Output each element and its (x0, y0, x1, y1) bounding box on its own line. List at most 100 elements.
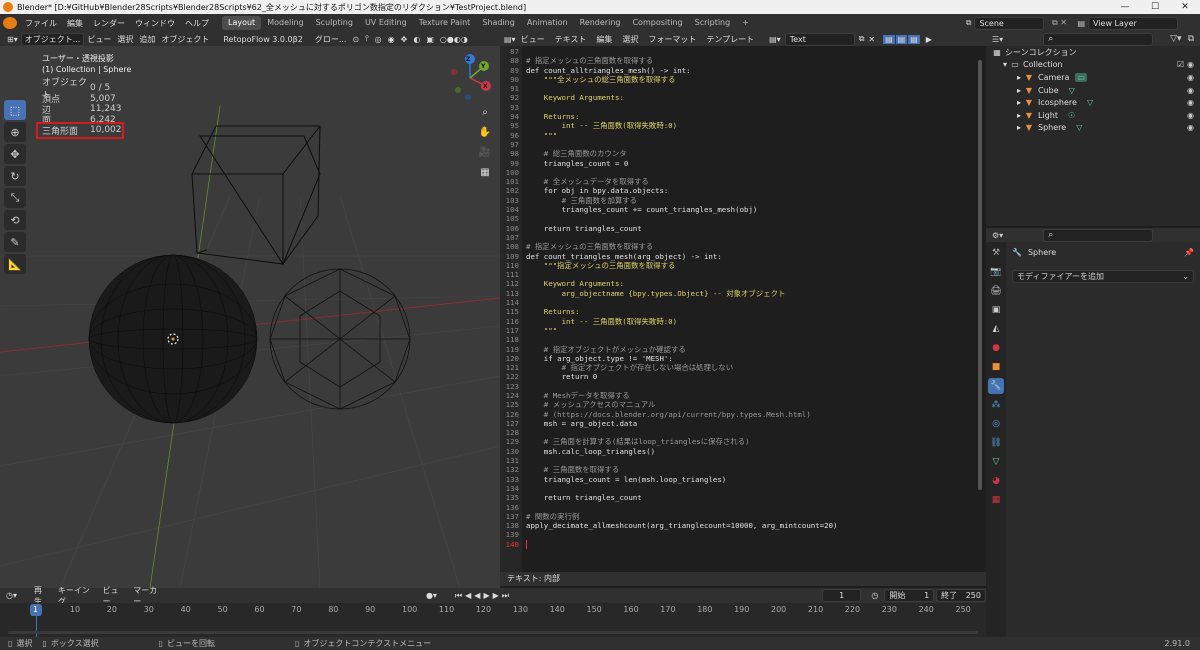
cursor-tool-icon[interactable]: ⊕ (4, 122, 26, 142)
line-numbers-toggle-icon[interactable]: ▤ (883, 34, 895, 44)
text-menu-format[interactable]: フォーマット (643, 34, 701, 45)
visibility-icon[interactable]: ◉ (385, 35, 398, 44)
expand-icon[interactable]: ▸ (1014, 98, 1024, 107)
move-tool-icon[interactable]: ✥ (4, 144, 26, 164)
text-new-icon[interactable]: ⧉ (859, 34, 865, 44)
start-frame-field[interactable]: 開始 1 (884, 589, 935, 602)
code-line[interactable]: 105 (500, 214, 986, 223)
code-line[interactable]: 92 Keyword Arguments: (500, 93, 986, 102)
run-script-icon[interactable]: ▶ (926, 35, 932, 44)
code-line[interactable]: 90 """全メッシュの総三角面数を取得する (500, 75, 986, 84)
select-tool-icon[interactable]: ⬚ (4, 100, 26, 120)
expand-icon[interactable]: ▸ (1014, 86, 1024, 95)
code-line[interactable]: 124 # Meshデータを取得する (500, 391, 986, 400)
text-menu-templates[interactable]: テンプレート (701, 34, 759, 45)
scene-field[interactable]: Scene (974, 16, 1045, 30)
code-line[interactable]: 87 (500, 47, 986, 56)
code-line[interactable]: 129 # 三角面を計算する(結果はloop_trianglesに保存される) (500, 437, 986, 446)
outliner-search-input[interactable]: ⌕ (1043, 32, 1154, 46)
outliner-type-icon[interactable]: ☰▾ (992, 35, 1003, 44)
code-line[interactable]: 126 # (https://docs.blender.org/api/curr… (500, 410, 986, 419)
code-line[interactable]: 102 for obj in bpy.data.objects: (500, 186, 986, 195)
shading-modes-icon[interactable]: ○●◐◑ (437, 35, 471, 44)
text-menu-view[interactable]: ビュー (516, 34, 550, 45)
code-line[interactable]: 131 (500, 456, 986, 465)
outliner-item-sphere[interactable]: ▸ ▼ Sphere ▽ ◉ (986, 122, 1200, 135)
output-tab-icon[interactable]: 🖨 (988, 283, 1004, 299)
code-line[interactable]: 95 int -- 三角面数(取得失敗時:0) (500, 121, 986, 130)
perspective-toggle-icon[interactable]: ▦ (477, 164, 493, 180)
text-editor-type-icon[interactable]: ▤▾ (504, 35, 516, 44)
eye-icon[interactable]: ◉ (1187, 86, 1194, 95)
view-layer-tab-icon[interactable]: ▣ (988, 302, 1004, 318)
text-editor[interactable]: 87 88 # 指定メッシュの三角面数を取得する 89 def count_alltri… (500, 46, 986, 572)
scale-tool-icon[interactable]: ⤡ (4, 188, 26, 208)
code-line[interactable]: 99 triangles_count = 0 (500, 159, 986, 168)
outliner-item-light[interactable]: ▸ ▼ Light ☉ ◉ (986, 109, 1200, 122)
code-line[interactable]: 122 return 0 (500, 372, 986, 381)
scene-tab-icon[interactable]: ◭ (988, 321, 1004, 337)
pan-hand-icon[interactable]: ✋ (477, 124, 493, 140)
code-line[interactable]: 101 # 全メッシュデータを取得する (500, 177, 986, 186)
new-collection-icon[interactable]: ⧉ (1188, 34, 1194, 44)
menu-file[interactable]: ファイル (20, 18, 62, 29)
pivot-icon[interactable]: ⊙ (349, 35, 362, 44)
render-tab-icon[interactable]: 📷 (988, 264, 1004, 280)
collection-checkbox[interactable]: ☑ (1177, 60, 1184, 69)
code-line[interactable]: 89 def count_alltriangles_mesh() -> int: (500, 66, 986, 75)
object-tab-icon[interactable]: ■ (988, 359, 1004, 375)
blender-menu-icon[interactable] (3, 17, 17, 29)
tab-sculpting[interactable]: Sculpting (310, 16, 359, 30)
code-line[interactable]: 133 triangles_count = len(msh.loop_trian… (500, 475, 986, 484)
clock-icon[interactable]: ◷ (871, 591, 878, 600)
code-line[interactable]: 97 (500, 140, 986, 149)
code-line[interactable]: 137 # 関数の実行例 (500, 512, 986, 521)
text-datablock-field[interactable]: Text (784, 32, 855, 46)
properties-search-input[interactable]: ⌕ (1043, 228, 1154, 242)
maximize-button[interactable]: ☐ (1140, 2, 1170, 12)
tab-animation[interactable]: Animation (521, 16, 574, 30)
code-line[interactable]: 128 (500, 428, 986, 437)
word-wrap-toggle-icon[interactable]: ▤ (895, 34, 908, 44)
snap-icon[interactable]: ⫯ (362, 34, 371, 44)
retopoflow-menu[interactable]: RetopoFlow 3.0.0β2 (220, 35, 305, 44)
code-line[interactable]: 138 apply_decimate_allmeshcount(arg_trian… (500, 521, 986, 530)
text-scrollbar[interactable] (978, 60, 982, 490)
scene-actions-icon[interactable]: ⧉ ✕ (1044, 18, 1074, 28)
tab-scripting[interactable]: Scripting (689, 16, 737, 30)
code-line[interactable]: 103 # 三角面数を加算する (500, 196, 986, 205)
code-line[interactable]: 136 (500, 503, 986, 512)
outliner-item-icosphere[interactable]: ▸ ▼ Icosphere ▽ ◉ (986, 96, 1200, 109)
editor-type-icon[interactable]: ⊞▾ (4, 35, 21, 44)
light-data-icon[interactable]: ☉ (1068, 111, 1075, 120)
code-line[interactable]: 111 (500, 270, 986, 279)
tab-shading[interactable]: Shading (476, 16, 521, 30)
timeline-type-icon[interactable]: ◷▾ (6, 591, 17, 600)
text-menu-edit[interactable]: 編集 (591, 34, 617, 45)
menu-render[interactable]: レンダー (88, 18, 130, 29)
tab-texture-paint[interactable]: Texture Paint (413, 16, 477, 30)
minimize-button[interactable]: — (1110, 2, 1140, 12)
texture-tab-icon[interactable]: ▦ (988, 492, 1004, 508)
collection-row[interactable]: ▾ ▭ Collection ☑ ◉ (986, 59, 1200, 72)
code-line[interactable]: 135 return triangles_count (500, 493, 986, 502)
eye-icon[interactable]: ◉ (1187, 73, 1194, 82)
viewport-menu-view[interactable]: ビュー (84, 34, 114, 45)
code-line[interactable]: 88 # 指定メッシュの三角面数を取得する (500, 56, 986, 65)
text-unlink-icon[interactable]: ✕ (868, 35, 875, 44)
outliner-filter-icon[interactable]: ▽▾ (1170, 34, 1181, 44)
eye-icon[interactable]: ◉ (1187, 111, 1194, 120)
scene-icon[interactable]: ⧉ (966, 18, 972, 28)
code-line[interactable]: 106 return triangles_count (500, 224, 986, 233)
world-tab-icon[interactable]: ● (988, 340, 1004, 356)
xray-icon[interactable]: ▣ (423, 35, 437, 44)
code-line[interactable]: 100 (500, 168, 986, 177)
code-line[interactable]: 112 Keyword Arguments: (500, 279, 986, 288)
camera-data-icon[interactable]: ▭ (1075, 72, 1087, 82)
menu-edit[interactable]: 編集 (62, 18, 88, 29)
viewport-menu-select[interactable]: 選択 (114, 34, 136, 45)
3d-viewport[interactable]: ⬚ ⊕ ✥ ↻ ⤡ ⟲ ✎ 📐 ユーザー・透視投影 (1) Collection… (0, 46, 500, 588)
interaction-mode-dropdown[interactable]: オブジェクト... (20, 32, 85, 46)
code-line[interactable]: 139 (500, 530, 986, 539)
viewport-menu-object[interactable]: オブジェクト (158, 34, 212, 45)
